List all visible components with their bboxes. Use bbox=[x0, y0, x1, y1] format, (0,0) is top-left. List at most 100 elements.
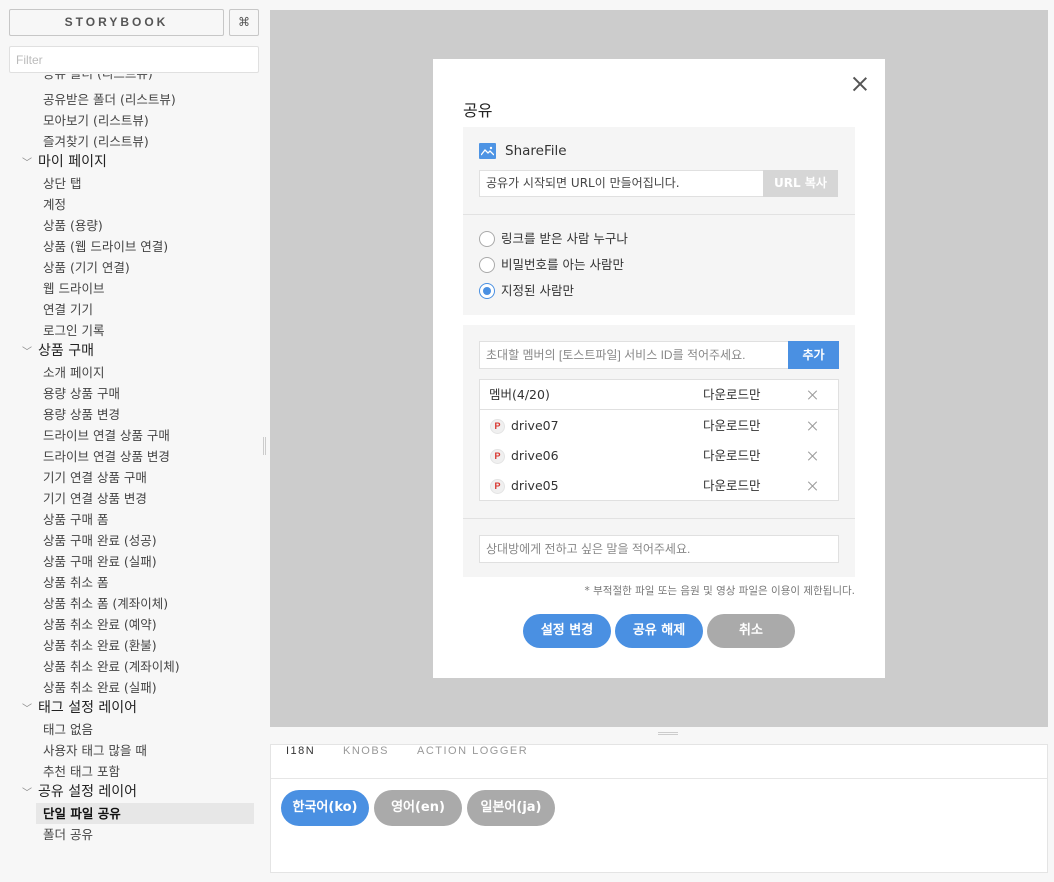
story-item[interactable]: 연결 기기 bbox=[43, 299, 93, 320]
apply-settings-button[interactable]: 설정 변경 bbox=[523, 614, 611, 648]
story-group[interactable]: ﹀ 상품 구매 bbox=[22, 341, 94, 362]
story-label: 상품 (용량) bbox=[43, 218, 103, 233]
story-label: 계정 bbox=[43, 197, 67, 212]
member-row: P drive07 다운로드만 bbox=[480, 411, 838, 441]
url-copy-button[interactable]: URL 복사 bbox=[763, 170, 838, 197]
story-label: 연결 기기 bbox=[43, 302, 93, 317]
invite-member-input[interactable] bbox=[479, 341, 788, 369]
add-member-button[interactable]: 추가 bbox=[788, 341, 839, 369]
story-item[interactable]: 기기 연결 상품 변경 bbox=[43, 488, 147, 509]
addons-resize-handle[interactable] bbox=[658, 732, 678, 735]
story-item[interactable]: 상품 취소 폼 (계좌이체) bbox=[43, 593, 168, 614]
member-permission-select[interactable]: 다운로드만 bbox=[703, 411, 761, 441]
addons-tabbar: I18N KNOBS ACTION LOGGER bbox=[271, 745, 1047, 779]
story-label: 기기 연결 상품 변경 bbox=[43, 491, 147, 506]
sidebar-resize-handle[interactable] bbox=[263, 437, 266, 455]
story-label: 폴더 공유 bbox=[43, 827, 93, 842]
story-item[interactable]: 즐겨찾기 (리스트뷰) bbox=[43, 131, 149, 152]
chevron-down-icon: ﹀ bbox=[22, 158, 32, 169]
story-item[interactable]: 사용자 태그 많을 때 bbox=[43, 740, 147, 761]
story-label: 상품 구매 폼 bbox=[43, 512, 109, 527]
story-item[interactable]: 공유받은 폴더 (리스트뷰) bbox=[43, 89, 176, 110]
locale-ja-button[interactable]: 일본어(ja) bbox=[467, 790, 555, 826]
radio-circle[interactable] bbox=[479, 257, 495, 273]
story-label: 기기 연결 상품 구매 bbox=[43, 470, 147, 485]
story-item[interactable]: 태그 없음 bbox=[43, 719, 93, 740]
story-item[interactable]: 모아보기 (리스트뷰) bbox=[43, 110, 149, 131]
story-item[interactable]: 상품 취소 완료 (실패) bbox=[43, 677, 157, 698]
story-label: 태그 설정 레이어 bbox=[38, 700, 138, 716]
story-item[interactable]: 드라이브 연결 상품 변경 bbox=[43, 446, 170, 467]
story-label: 단일 파일 공유 bbox=[43, 806, 121, 821]
permission-select[interactable]: 다운로드만 bbox=[703, 380, 761, 410]
radio-circle[interactable] bbox=[479, 231, 495, 247]
story-item[interactable]: 소개 페이지 bbox=[43, 362, 104, 383]
story-group[interactable]: ﹀ 공유 설정 레이어 bbox=[22, 782, 137, 803]
story-item[interactable]: 추천 태그 포함 bbox=[43, 761, 120, 782]
member-permission-select[interactable]: 다운로드만 bbox=[703, 471, 761, 501]
story-item-active[interactable]: 단일 파일 공유 bbox=[36, 803, 254, 824]
clipped-story-item[interactable]: 공유 폴더 (리스트뷰) bbox=[43, 74, 243, 85]
remove-member-icon[interactable] bbox=[807, 450, 819, 462]
modal-title: 공유 bbox=[463, 101, 493, 120]
story-label: 태그 없음 bbox=[43, 722, 93, 737]
story-label: 상품 (웹 드라이브 연결) bbox=[43, 239, 169, 254]
remove-member-icon[interactable] bbox=[807, 480, 819, 492]
story-item[interactable]: 상품 (웹 드라이브 연결) bbox=[43, 236, 168, 257]
story-item[interactable]: 상품 취소 완료 (계좌이체) bbox=[43, 656, 180, 677]
close-icon[interactable] bbox=[851, 75, 869, 93]
filter-input[interactable] bbox=[9, 46, 259, 73]
share-url-field: 공유가 시작되면 URL이 만들어집니다. bbox=[479, 170, 763, 197]
story-item[interactable]: 용량 상품 변경 bbox=[43, 404, 120, 425]
story-label: 상품 구매 완료 (실패) bbox=[43, 554, 157, 569]
story-label: 용량 상품 구매 bbox=[43, 386, 120, 401]
story-item[interactable]: 상품 구매 완료 (성공) bbox=[43, 530, 157, 551]
unshare-button[interactable]: 공유 해제 bbox=[615, 614, 703, 648]
story-label: 로그인 기록 bbox=[43, 323, 105, 338]
story-item[interactable]: 상품 (용량) bbox=[43, 215, 103, 236]
storybook-brand-button[interactable]: STORYBOOK bbox=[9, 9, 224, 36]
storybook-sidebar: STORYBOOK ⌘ 공유 폴더 (리스트뷰) 공유받은 폴더 (리스트뷰) 모… bbox=[0, 0, 266, 882]
story-label: 즐겨찾기 (리스트뷰) bbox=[43, 134, 149, 149]
story-item[interactable]: 상품 구매 완료 (실패) bbox=[43, 551, 157, 572]
story-label: 상품 취소 완료 (계좌이체) bbox=[43, 659, 180, 674]
story-item[interactable]: 로그인 기록 bbox=[43, 320, 104, 341]
addons-panel: I18N KNOBS ACTION LOGGER 한국어(ko) 영어(en) … bbox=[270, 744, 1048, 873]
story-item[interactable]: 폴더 공유 bbox=[43, 824, 93, 845]
tab-i18n[interactable]: I18N bbox=[286, 745, 315, 779]
story-group[interactable]: ﹀ 마이 페이지 bbox=[22, 152, 107, 173]
chevron-down-icon: ﹀ bbox=[22, 704, 32, 715]
member-row: P drive06 다운로드만 bbox=[480, 441, 838, 471]
story-label: 상품 취소 완료 (환불) bbox=[43, 638, 157, 653]
locale-ko-button[interactable]: 한국어(ko) bbox=[281, 790, 369, 826]
story-item[interactable]: 용량 상품 구매 bbox=[43, 383, 120, 404]
member-permission-select[interactable]: 다운로드만 bbox=[703, 441, 761, 471]
story-label: 상품 취소 폼 (계좌이체) bbox=[43, 596, 169, 611]
member-name: drive06 bbox=[511, 448, 559, 463]
story-label: 드라이브 연결 상품 구매 bbox=[43, 428, 170, 443]
tab-knobs[interactable]: KNOBS bbox=[343, 745, 389, 779]
share-modal: 공유 ShareFile 공유가 시작되면 URL이 만들어집니다. URL 복… bbox=[433, 59, 885, 678]
story-item[interactable]: 상품 취소 완료 (예약) bbox=[43, 614, 157, 635]
story-label: 공유 설정 레이어 bbox=[38, 784, 138, 800]
story-item[interactable]: 상품 (기기 연결) bbox=[43, 257, 130, 278]
keyboard-shortcuts-button[interactable]: ⌘ bbox=[229, 9, 259, 36]
story-item[interactable]: 드라이브 연결 상품 구매 bbox=[43, 425, 170, 446]
story-label: 모아보기 (리스트뷰) bbox=[43, 113, 149, 128]
story-item[interactable]: 상품 취소 완료 (환불) bbox=[43, 635, 157, 656]
story-group[interactable]: ﹀ 태그 설정 레이어 bbox=[22, 698, 137, 719]
story-item[interactable]: 상품 구매 폼 bbox=[43, 509, 108, 530]
story-item[interactable]: 계정 bbox=[43, 194, 66, 215]
radio-circle[interactable] bbox=[479, 283, 495, 299]
story-item[interactable]: 기기 연결 상품 구매 bbox=[43, 467, 147, 488]
story-item[interactable]: 상품 취소 폼 bbox=[43, 572, 108, 593]
user-badge-icon: P bbox=[490, 479, 505, 494]
remove-all-icon[interactable] bbox=[807, 389, 819, 401]
story-item[interactable]: 웹 드라이브 bbox=[43, 278, 104, 299]
remove-member-icon[interactable] bbox=[807, 420, 819, 432]
locale-en-button[interactable]: 영어(en) bbox=[374, 790, 462, 826]
tab-action-logger[interactable]: ACTION LOGGER bbox=[417, 745, 528, 779]
cancel-button[interactable]: 취소 bbox=[707, 614, 795, 648]
message-input[interactable] bbox=[479, 535, 839, 563]
story-item[interactable]: 상단 탭 bbox=[43, 173, 81, 194]
